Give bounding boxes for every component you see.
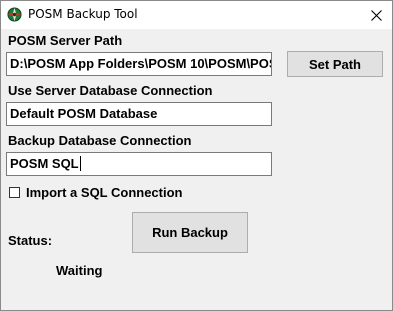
status-value: Waiting (56, 263, 103, 278)
server-db-value: Default POSM Database (10, 106, 158, 121)
backup-db-label: Backup Database Connection (8, 133, 192, 148)
server-db-field[interactable]: Default POSM Database (6, 102, 272, 126)
close-icon (370, 9, 382, 21)
posm-icon (7, 7, 22, 22)
run-backup-button[interactable]: Run Backup (132, 212, 248, 253)
import-sql-row[interactable]: Import a SQL Connection (9, 185, 183, 200)
title-bar[interactable]: POSM Backup Tool (1, 1, 392, 29)
close-button[interactable] (360, 1, 392, 29)
server-path-field[interactable]: D:\POSM App Folders\POSM 10\POSM\POSM (6, 52, 272, 76)
server-path-value: D:\POSM App Folders\POSM 10\POSM\POSM (10, 56, 272, 71)
import-sql-checkbox[interactable] (9, 187, 20, 198)
app-window: POSM Backup Tool POSM Server Path D:\POS… (0, 0, 393, 311)
server-db-label: Use Server Database Connection (8, 83, 213, 98)
status-label: Status: (8, 233, 53, 248)
backup-db-value: POSM SQL (10, 156, 79, 171)
server-path-label: POSM Server Path (8, 33, 123, 48)
text-caret (79, 156, 81, 171)
set-path-button[interactable]: Set Path (287, 51, 383, 77)
backup-db-field[interactable]: POSM SQL (6, 152, 272, 176)
window-title: POSM Backup Tool (28, 7, 138, 21)
import-sql-label: Import a SQL Connection (26, 185, 183, 200)
